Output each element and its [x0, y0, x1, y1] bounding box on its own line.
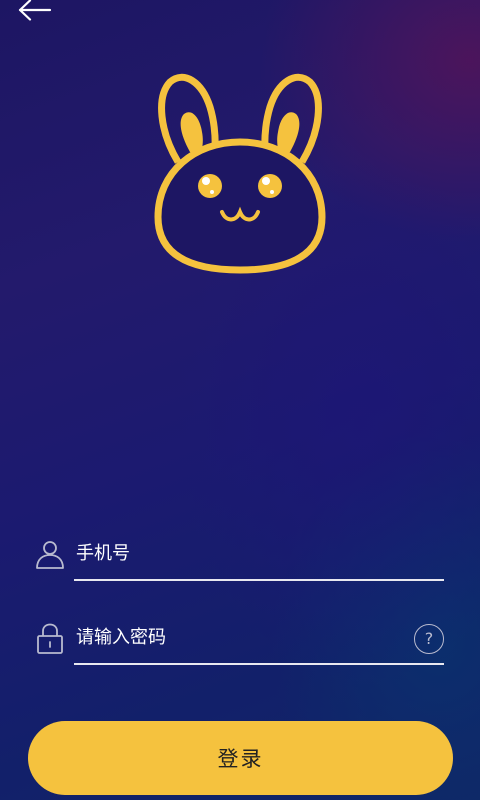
phone-field-row [34, 530, 444, 586]
user-icon [36, 541, 64, 569]
password-input[interactable] [74, 614, 444, 660]
phone-underline [74, 579, 444, 581]
arrow-left-icon [18, 0, 52, 21]
login-button[interactable]: 登录 [28, 721, 453, 795]
password-underline [74, 663, 444, 665]
lock-icon [37, 623, 63, 654]
phone-input[interactable] [74, 530, 444, 576]
app-logo [150, 72, 330, 282]
back-button[interactable] [14, 0, 54, 26]
bunny-logo-icon [154, 73, 326, 274]
help-icon[interactable]: ? [414, 624, 444, 654]
password-field-row: ? [34, 614, 444, 670]
